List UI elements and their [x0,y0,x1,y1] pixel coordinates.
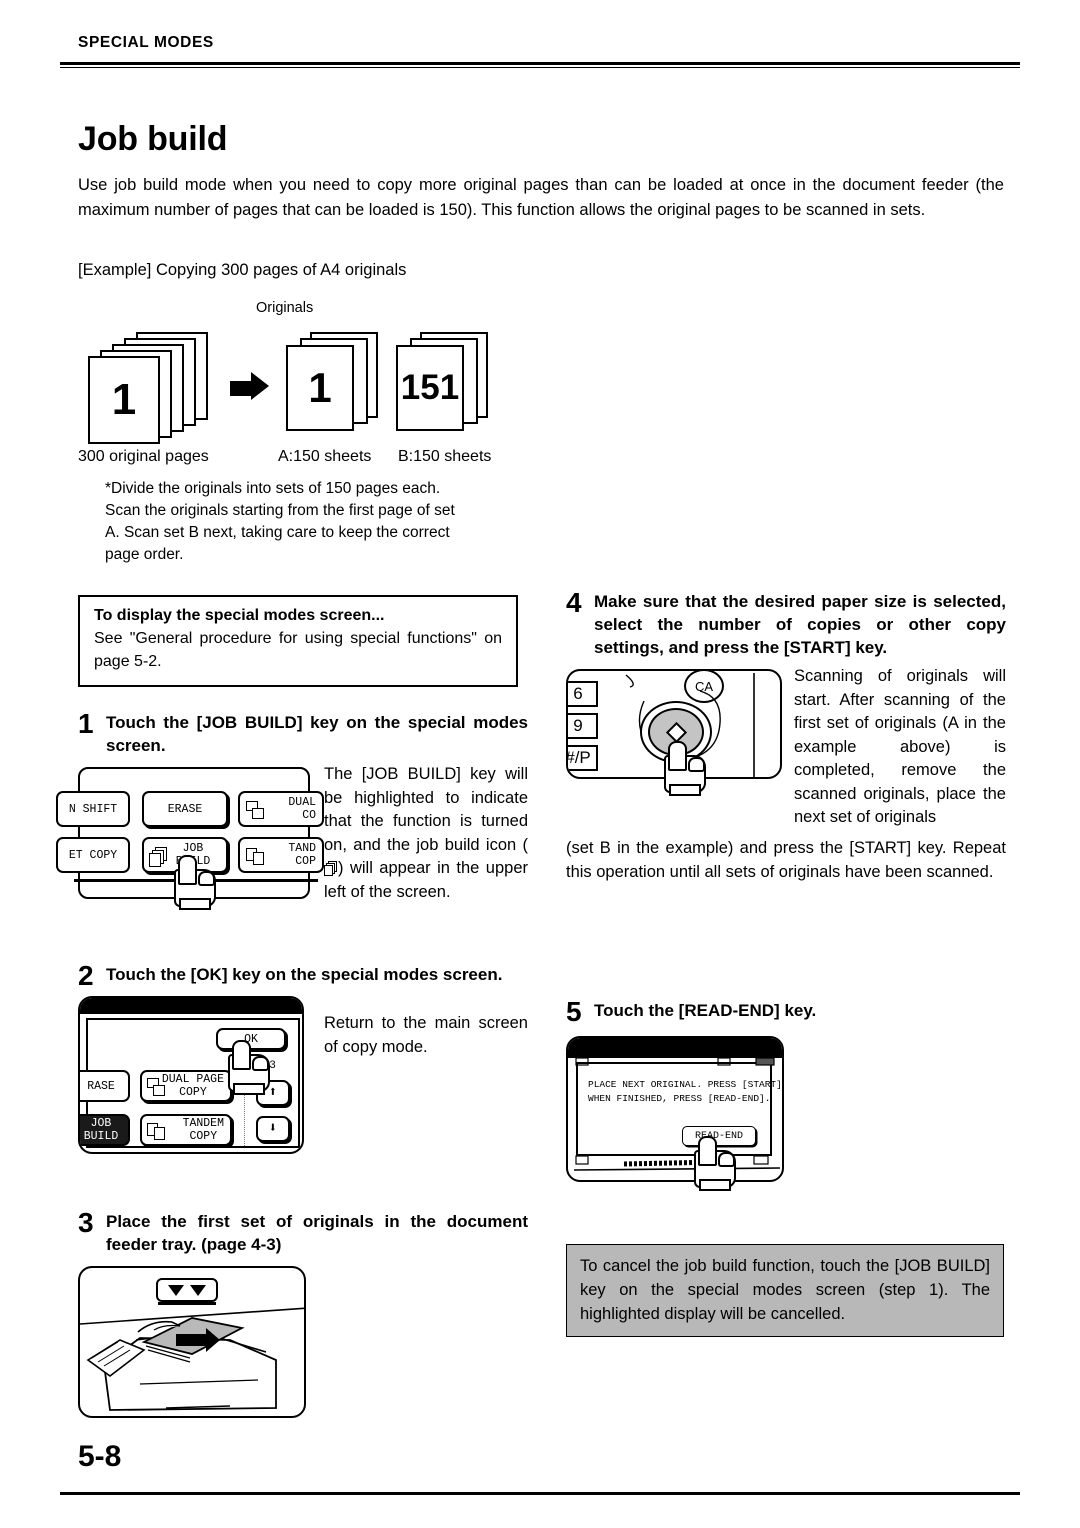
step-1-body: The [JOB BUILD] key will be highlighted … [324,763,528,904]
step-4-body-full: (set B in the example) and press the [ST… [566,839,1006,881]
panel-key-tandem-copy[interactable]: TAND COP [238,837,324,873]
step-1-body-part1: The [JOB BUILD] key will be highlighted … [324,765,528,854]
feeder-drawing [80,1307,304,1411]
step-4-number: 4 [566,587,582,618]
panel-key-erase-step2-label: RASE [87,1079,115,1093]
header-rule-thick [60,62,1020,65]
running-head-text: SPECIAL MODES [78,34,214,51]
step-2: 2 Touch the [OK] key on the special mode… [78,960,528,1166]
sheet-b-front: 151 [396,345,464,431]
footnote-line-1: *Divide the originals into sets of 150 p… [105,480,441,497]
footnote-line-2: Scan the originals starting from the fir… [105,502,455,519]
pointing-hand-icon-step4 [664,741,708,796]
panel-key-margin-shift[interactable]: N SHIFT [56,791,130,827]
step-1-heading: 1 Touch the [JOB BUILD] key on the speci… [78,708,528,757]
panel-key-dual-page-copy-step2[interactable]: DUAL PAGE COPY [140,1070,232,1102]
dual-page-copy-icon-step2 [147,1078,167,1098]
page-title: Job build [78,120,228,158]
step-5-heading: 5 Touch the [READ-END] key. [566,996,1006,1027]
header-rule-thin [60,67,1020,68]
sheet-a-front: 1 [286,345,354,431]
note-body: See "General procedure for using special… [94,630,502,670]
step-4: 4 Make sure that the desired paper size … [566,587,1006,881]
running-header: SPECIAL MODES [78,34,1002,52]
pointing-hand-icon-step5 [694,1136,738,1191]
step-4-title: Make sure that the desired paper size is… [594,592,1006,657]
step-1-title: Touch the [JOB BUILD] key on the special… [106,713,528,755]
step-3: 3 Place the first set of originals in th… [78,1207,528,1418]
tandem-copy-icon [246,847,266,867]
footer-rule [60,1492,1020,1495]
source-sheet-number: 1 [111,375,137,424]
step-5-number: 5 [566,996,582,1027]
step-3-number: 3 [78,1207,94,1238]
panel-key-erase[interactable]: ERASE [142,791,228,827]
originals-label: Originals [256,300,314,316]
step-2-body: Return to the main screen of copy mode. [324,1014,528,1056]
footnote-line-3: A. Scan set B next, taking care to keep … [105,524,450,541]
caption-set-b: B:150 sheets [398,448,492,465]
start-diamond-icon [665,721,687,743]
set-b-stack: 151 [394,332,514,442]
panel-key-margin-shift-label: N SHIFT [68,802,118,816]
read-end-panel-details [573,1057,781,1171]
intro-paragraph: Use job build mode when you need to copy… [78,173,1004,223]
job-build-inline-icon [324,861,338,876]
set-a-stack: 1 [284,332,394,442]
panel-key-job-build-step2[interactable]: JOB BUILD [80,1114,130,1146]
set-b-sheet-number: 151 [400,368,460,407]
display-special-modes-note: To display the special modes screen... S… [78,595,518,687]
example-diagram: Originals 1 1 151 300 original pages A:1… [78,296,528,474]
scroll-down-icon: ⬇ [268,1120,278,1137]
panel-key-dual-page-copy-label: DUAL CO [288,796,316,822]
left-column: To display the special modes screen... S… [56,595,528,1418]
panel-key-job-build-step2-label: JOB BUILD [83,1117,119,1143]
panel-key-tandem-copy-label: TAND COP [288,842,316,868]
caption-set-a: A:150 sheets [278,448,372,465]
step-3-title: Place the first set of originals in the … [106,1212,528,1254]
step-4-body-right: Scanning of originals will start. After … [794,667,1006,826]
diagram-footnote: *Divide the originals into sets of 150 p… [105,478,505,566]
right-column: 4 Make sure that the desired paper size … [566,587,1006,1337]
sheet-front: 1 [88,356,160,444]
document-feeder-illustration [78,1266,306,1418]
panel-key-booklet-copy-label: ET COPY [68,848,118,862]
panel-key-tandem-copy-step2-label: TANDEM COPY [182,1117,224,1143]
panel-key-booklet-copy[interactable]: ET COPY [56,837,130,873]
step-5: 5 Touch the [READ-END] key. PLACE NEXT O… [566,996,1006,1191]
step-2-heading: 2 Touch the [OK] key on the special mode… [78,960,528,991]
step-2-number: 2 [78,960,94,991]
step-1: 1 Touch the [JOB BUILD] key on the speci… [56,708,528,919]
step-2-title: Touch the [OK] key on the special modes … [106,965,503,984]
step-5-title: Touch the [READ-END] key. [594,1001,817,1020]
page-number: 5-8 [78,1440,122,1473]
pointing-hand-icon-step1 [174,855,218,910]
step-4-heading: 4 Make sure that the desired paper size … [566,587,1006,659]
panel-key-erase-step2[interactable]: RASE [80,1070,130,1102]
step-1-body-part2: ) will appear in the upper left of the s… [324,859,528,901]
panel-key-erase-label: ERASE [167,802,203,816]
job-build-icon [149,847,169,867]
panel-key-tandem-copy-step2[interactable]: TANDEM COPY [140,1114,232,1146]
dual-page-copy-icon [246,801,266,821]
caption-source: 300 original pages [78,448,209,465]
footnote-line-4: page order. [105,546,184,563]
step-1-number: 1 [78,708,94,739]
example-line: [Example] Copying 300 pages of A4 origin… [78,261,407,279]
read-end-panel-illustration[interactable]: PLACE NEXT ORIGINAL. PRESS [START]. WHEN… [566,1036,784,1182]
panel-key-scroll-down[interactable]: ⬇ [256,1116,290,1142]
source-page-stack: 1 [86,332,226,444]
pointing-hand-icon-step2 [228,1040,272,1095]
panel-top-bar [80,998,302,1014]
panel-key-dual-page-copy[interactable]: DUAL CO [238,791,324,827]
tandem-copy-icon-step2 [147,1122,167,1142]
intro-text: Use job build mode when you need to copy… [78,176,1004,219]
step-3-heading: 3 Place the first set of originals in th… [78,1207,528,1256]
note-title: To display the special modes screen... [94,607,385,624]
cancel-job-build-note: To cancel the job build function, touch … [566,1244,1004,1337]
set-a-sheet-number: 1 [308,364,332,411]
